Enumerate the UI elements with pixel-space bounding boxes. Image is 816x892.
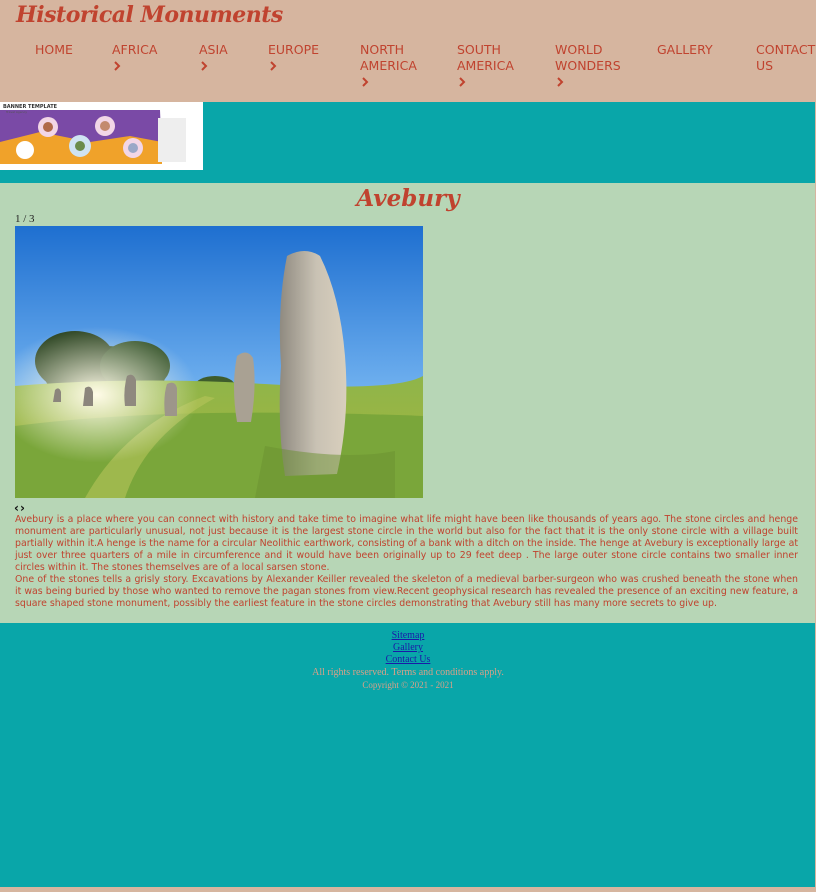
- nav-item-label: ASIA: [199, 42, 228, 57]
- nav-item-asia[interactable]: ASIA: [199, 42, 228, 73]
- chevron-right-icon: [457, 75, 467, 89]
- chevron-left-icon[interactable]: ‹: [14, 501, 19, 515]
- slideshow-image: [15, 226, 423, 498]
- footer-links: Sitemap Gallery Contact Us: [0, 623, 816, 666]
- footer-rights: All rights reserved. Terms and condition…: [312, 667, 504, 678]
- nav-item-europe[interactable]: EUROPE: [268, 42, 319, 73]
- page-title: Avebury: [356, 185, 460, 212]
- nav-item-south-america[interactable]: SOUTH AMERICA: [457, 42, 514, 89]
- site-footer: Sitemap Gallery Contact Us All rights re…: [0, 623, 816, 887]
- avebury-stones-photo: [15, 226, 423, 498]
- nav-item-label: NORTH AMERICA: [360, 42, 417, 73]
- nav-item-africa[interactable]: AFRICA: [112, 42, 157, 73]
- footer-link-sitemap[interactable]: Sitemap: [0, 630, 816, 642]
- banner-ad[interactable]: BANNER TEMPLATE Travel Agency: [0, 102, 203, 170]
- monument-description: Avebury is a place where you can connect…: [15, 514, 798, 610]
- nav-item-label: CONTACT US: [756, 42, 816, 73]
- chevron-right-icon: [268, 59, 278, 73]
- site-header: Historical Monuments HOME AFRICA ASIA EU…: [0, 0, 816, 102]
- nav-item-gallery[interactable]: GALLERY: [657, 42, 713, 58]
- banner-row: BANNER TEMPLATE Travel Agency: [0, 102, 816, 183]
- nav-item-world-wonders[interactable]: WORLD WONDERS: [555, 42, 621, 89]
- footer-link-contact-us[interactable]: Contact Us: [0, 654, 816, 666]
- banner-subheading: Travel Agency: [6, 110, 27, 114]
- banner-image: [0, 102, 203, 170]
- nav-item-label: SOUTH AMERICA: [457, 42, 514, 73]
- nav-item-north-america[interactable]: NORTH AMERICA: [360, 42, 417, 89]
- chevron-right-icon: [555, 75, 565, 89]
- chevron-right-icon: [112, 59, 122, 73]
- nav-item-label: EUROPE: [268, 42, 320, 57]
- slide-controls: ‹›: [14, 501, 26, 515]
- nav-item-label: HOME: [35, 42, 73, 57]
- footer-copyright: Copyright © 2021 - 2021: [362, 680, 454, 690]
- slide-counter: 1 / 3: [15, 213, 35, 225]
- main-content: Avebury 1 / 3 ‹› Avebury is a place wher…: [0, 183, 816, 623]
- nav-item-contact-us[interactable]: CONTACT US: [756, 42, 815, 74]
- chevron-right-icon: [199, 59, 209, 73]
- chevron-right-icon[interactable]: ›: [20, 501, 25, 515]
- site-title[interactable]: Historical Monuments: [16, 2, 283, 28]
- nav-item-label: AFRICA: [112, 42, 158, 57]
- nav-item-home[interactable]: HOME: [35, 42, 73, 58]
- chevron-right-icon: [360, 75, 370, 89]
- description-paragraph: One of the stones tells a grisly story. …: [15, 574, 798, 609]
- footer-link-gallery[interactable]: Gallery: [0, 642, 816, 654]
- nav-item-label: GALLERY: [657, 42, 713, 57]
- nav-item-label: WORLD WONDERS: [555, 42, 621, 73]
- description-paragraph: Avebury is a place where you can connect…: [15, 514, 798, 573]
